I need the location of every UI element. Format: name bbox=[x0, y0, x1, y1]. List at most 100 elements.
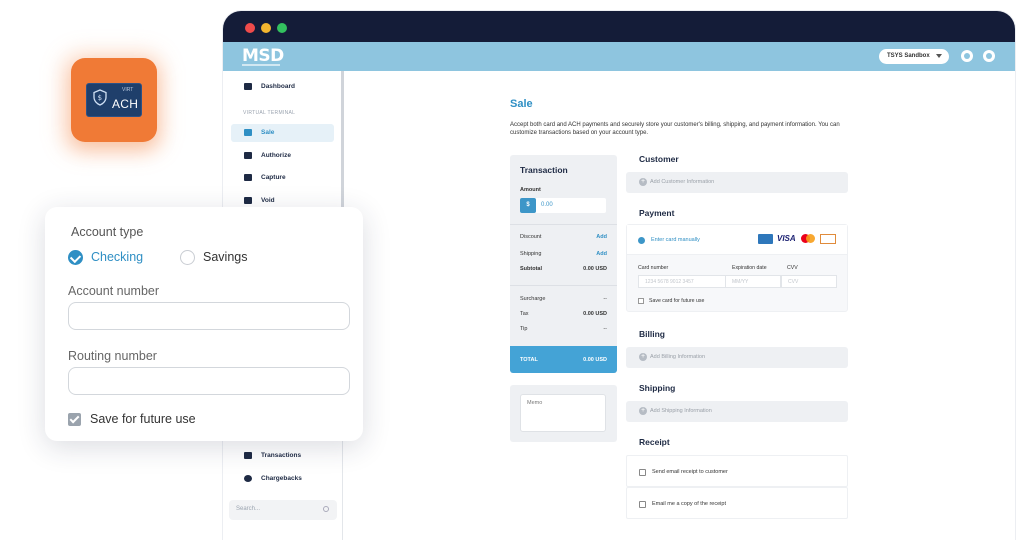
save-card-checkbox[interactable] bbox=[638, 298, 644, 304]
add-billing-label: Add Billing Information bbox=[650, 354, 706, 360]
search-icon bbox=[323, 506, 329, 512]
plus-icon: + bbox=[639, 407, 647, 415]
sidebar-item-authorize[interactable]: Authorize bbox=[231, 147, 334, 165]
sidebar-item-label: Capture bbox=[261, 174, 286, 181]
minimize-window-button[interactable] bbox=[261, 23, 271, 33]
total-value: 0.00 USD bbox=[583, 357, 607, 363]
save-for-future-checkbox[interactable] bbox=[68, 413, 81, 426]
svg-text:$: $ bbox=[98, 94, 102, 102]
shipping-row: Shipping Add bbox=[520, 251, 607, 257]
main-content: Sale Accept both card and ACH payments a… bbox=[344, 71, 1015, 540]
sidebar-item-capture[interactable]: Capture bbox=[231, 169, 334, 187]
sidebar-item-transactions[interactable]: Transactions bbox=[231, 447, 334, 465]
routing-number-label: Routing number bbox=[68, 349, 157, 363]
sidebar-item-label: Sale bbox=[261, 129, 275, 136]
check-circle-icon bbox=[638, 237, 645, 244]
add-shipping-label: Add Shipping Information bbox=[650, 408, 712, 414]
surcharge-row: Surcharge -- bbox=[520, 296, 607, 302]
subtotal-row: Subtotal 0.00 USD bbox=[520, 266, 607, 272]
ach-account-form: Account type Checking Savings Account nu… bbox=[45, 207, 363, 441]
sidebar-item-label: Authorize bbox=[261, 152, 291, 159]
enter-card-manually-option[interactable]: Enter card manually bbox=[651, 237, 700, 243]
add-billing-button[interactable]: + Add Billing Information bbox=[626, 347, 848, 368]
cvv-input[interactable]: CVV bbox=[781, 275, 837, 288]
sidebar-item-label: Void bbox=[261, 197, 275, 204]
sidebar-item-sale[interactable]: Sale bbox=[231, 124, 334, 142]
sidebar-item-label: Dashboard bbox=[261, 83, 295, 90]
sidebar-section-label: VIRTUAL TERMINAL bbox=[243, 110, 296, 116]
add-discount-link[interactable]: Add bbox=[596, 234, 607, 240]
visa-icon: VISA bbox=[777, 234, 796, 243]
cvv-label: CVV bbox=[787, 265, 798, 271]
add-customer-label: Add Customer Information bbox=[650, 179, 715, 185]
ach-icon-label: ACH bbox=[112, 97, 139, 111]
savings-label[interactable]: Savings bbox=[203, 250, 247, 264]
environment-select-value: TSYS Sandbox bbox=[887, 53, 930, 59]
expiration-label: Expiration date bbox=[732, 265, 767, 271]
transaction-panel: Transaction Amount $ 0.00 Discount Add S… bbox=[510, 155, 617, 373]
customer-title: Customer bbox=[639, 154, 679, 164]
sidebar-item-label: Chargebacks bbox=[261, 475, 302, 482]
add-shipping-button[interactable]: + Add Shipping Information bbox=[626, 401, 848, 422]
ach-card-graphic: $ VIRT ACH bbox=[86, 83, 142, 117]
card-number-label: Card number bbox=[638, 265, 669, 271]
maximize-window-button[interactable] bbox=[277, 23, 287, 33]
tip-value: -- bbox=[603, 326, 607, 332]
tax-row: Tax 0.00 USD bbox=[520, 311, 607, 317]
account-number-input[interactable] bbox=[68, 302, 350, 330]
receipt-customer-label: Send email receipt to customer bbox=[652, 469, 728, 475]
amount-input[interactable]: $ 0.00 bbox=[520, 198, 606, 213]
subtotal-label: Subtotal bbox=[520, 266, 542, 272]
location-icon[interactable] bbox=[961, 50, 973, 62]
shield-icon: $ bbox=[93, 89, 107, 106]
ach-app-icon[interactable]: $ VIRT ACH bbox=[71, 58, 157, 142]
routing-number-input[interactable] bbox=[68, 367, 350, 395]
receipt-icon bbox=[244, 452, 252, 459]
payment-panel: Enter card manually VISA Card number Exp… bbox=[626, 224, 848, 312]
save-card-label: Save card for future use bbox=[649, 298, 705, 304]
card-number-input[interactable]: 1234 5678 9012 3457 bbox=[638, 275, 732, 288]
receipt-me-checkbox[interactable] bbox=[639, 501, 646, 508]
transaction-title: Transaction bbox=[520, 165, 568, 175]
sidebar-item-label: Transactions bbox=[261, 452, 302, 459]
add-shipping-link[interactable]: Add bbox=[596, 251, 607, 257]
divider bbox=[510, 285, 617, 286]
app-header: MSD TSYS Sandbox bbox=[223, 42, 1015, 71]
memo-input[interactable]: Memo bbox=[520, 394, 606, 432]
memo-placeholder: Memo bbox=[527, 400, 543, 406]
truck-icon bbox=[244, 197, 252, 204]
expiration-input[interactable]: MM/YY bbox=[725, 275, 781, 288]
amex-icon bbox=[758, 234, 773, 244]
card-icon bbox=[244, 152, 252, 159]
page-title: Sale bbox=[510, 98, 533, 110]
gear-icon[interactable] bbox=[983, 50, 995, 62]
card-brand-logos: VISA bbox=[758, 234, 838, 246]
receipt-customer-checkbox[interactable] bbox=[639, 469, 646, 476]
search-placeholder: Search... bbox=[236, 506, 261, 512]
ach-icon-sub: VIRT bbox=[122, 87, 134, 93]
receipt-title: Receipt bbox=[639, 437, 670, 447]
sidebar-item-chargebacks[interactable]: Chargebacks bbox=[231, 470, 334, 488]
dollar-icon: $ bbox=[520, 198, 536, 213]
sidebar-item-dashboard[interactable]: Dashboard bbox=[231, 78, 334, 96]
sidebar-search-input[interactable]: Search... bbox=[229, 500, 337, 520]
shipping-label: Shipping bbox=[520, 251, 542, 257]
checking-radio[interactable] bbox=[68, 250, 83, 265]
payment-method-row: Enter card manually VISA bbox=[627, 225, 847, 255]
total-bar: TOTAL 0.00 USD bbox=[510, 346, 617, 373]
tip-row: Tip -- bbox=[520, 326, 607, 332]
environment-select[interactable]: TSYS Sandbox bbox=[879, 49, 949, 64]
receipt-option-me[interactable]: Email me a copy of the receipt bbox=[626, 487, 848, 519]
home-icon bbox=[244, 83, 252, 90]
savings-radio[interactable] bbox=[180, 250, 195, 265]
checking-label[interactable]: Checking bbox=[91, 250, 143, 264]
amount-value: 0.00 bbox=[541, 202, 553, 208]
plus-icon: + bbox=[639, 178, 647, 186]
receipt-option-customer[interactable]: Send email receipt to customer bbox=[626, 455, 848, 487]
add-customer-button[interactable]: + Add Customer Information bbox=[626, 172, 848, 193]
msd-logo[interactable]: MSD bbox=[242, 46, 284, 66]
close-window-button[interactable] bbox=[245, 23, 255, 33]
refresh-icon bbox=[244, 475, 252, 482]
save-for-future-label: Save for future use bbox=[90, 412, 196, 426]
amount-label: Amount bbox=[520, 187, 541, 193]
